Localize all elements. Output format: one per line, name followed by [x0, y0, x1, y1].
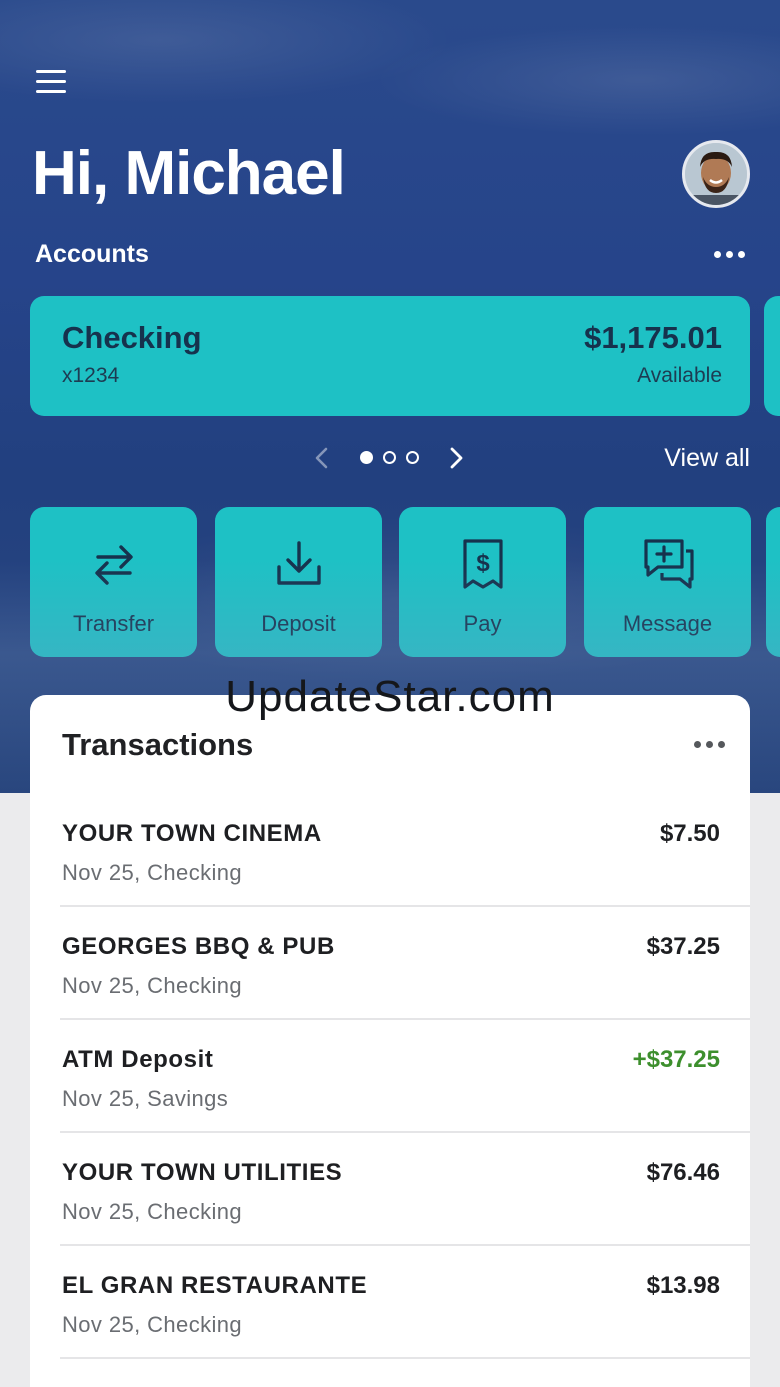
- transfer-arrows-icon: [94, 545, 133, 585]
- view-all-link[interactable]: View all: [664, 444, 750, 473]
- greeting-title: Hi, Michael: [32, 139, 346, 208]
- account-balance: $1,175.01: [584, 320, 722, 355]
- user-avatar[interactable]: [682, 140, 750, 208]
- transaction-row[interactable]: YOUR TOWN CINEMA Nov 25, Checking $7.50: [60, 794, 750, 907]
- transactions-panel: Transactions YOUR TOWN CINEMA Nov 25, Ch…: [30, 695, 750, 1387]
- account-name: Checking: [62, 320, 202, 355]
- transaction-amount: +$37.25: [632, 1046, 720, 1073]
- pager-dot-1[interactable]: [360, 451, 373, 464]
- action-label: Message: [622, 611, 713, 636]
- transaction-meta: Nov 25, Checking: [62, 1312, 243, 1337]
- transaction-meta: Nov 25, Savings: [62, 1086, 229, 1111]
- next-account-card-peek[interactable]: [764, 296, 780, 416]
- action-label: Deposit: [261, 611, 336, 636]
- transaction-merchant: EL GRAN RESTAURANTE: [62, 1272, 368, 1299]
- transaction-row[interactable]: YOUR TOWN UTILITIES Nov 25, Checking $76…: [60, 1133, 750, 1246]
- pager-dot-2[interactable]: [383, 451, 396, 464]
- balance-label: Available: [637, 364, 722, 387]
- more-horizontal-icon[interactable]: [694, 741, 725, 748]
- message-plus-icon: [643, 539, 694, 589]
- transaction-row[interactable]: EL GRAN RESTAURANTE Nov 25, Checking $13…: [60, 1246, 750, 1359]
- transaction-merchant: ATM Deposit: [62, 1046, 214, 1073]
- more-actions-peek[interactable]: [766, 507, 780, 657]
- account-pager-dots: [360, 451, 419, 464]
- transaction-meta: Nov 25, Checking: [62, 973, 243, 998]
- transaction-amount: $37.25: [646, 933, 720, 960]
- hamburger-menu-icon[interactable]: [36, 70, 70, 98]
- transaction-meta: Nov 25, Checking: [62, 1199, 243, 1224]
- transactions-title: Transactions: [62, 727, 254, 762]
- receipt-dollar-icon: $: [462, 539, 503, 589]
- more-horizontal-icon[interactable]: [714, 251, 745, 258]
- transaction-amount: $7.50: [659, 820, 720, 847]
- transaction-merchant: YOUR TOWN CINEMA: [62, 820, 322, 847]
- deposit-button[interactable]: Deposit: [215, 507, 382, 657]
- svg-text:$: $: [476, 550, 490, 577]
- transaction-merchant: YOUR TOWN UTILITIES: [62, 1159, 343, 1186]
- pay-button[interactable]: $ Pay: [399, 507, 566, 657]
- pager-dot-3[interactable]: [406, 451, 419, 464]
- accounts-label: Accounts: [35, 240, 149, 268]
- account-card-checking[interactable]: Checking x1234 $1,175.01 Available: [30, 296, 750, 416]
- action-label: Transfer: [72, 611, 155, 636]
- chevron-right-icon[interactable]: [444, 444, 468, 472]
- message-button[interactable]: Message: [584, 507, 751, 657]
- transaction-row[interactable]: GEORGES BBQ & PUB Nov 25, Checking $37.2…: [60, 907, 750, 1020]
- action-label: Pay: [463, 611, 502, 636]
- transaction-row[interactable]: ATM Deposit Nov 25, Savings +$37.25: [60, 1020, 750, 1133]
- download-deposit-icon: [276, 541, 321, 585]
- transaction-merchant: GEORGES BBQ & PUB: [62, 933, 335, 960]
- watermark-text: UpdateStar.com: [225, 672, 555, 721]
- account-number: x1234: [62, 364, 120, 387]
- transaction-meta: Nov 25, Checking: [62, 860, 243, 885]
- transfer-button[interactable]: Transfer: [30, 507, 197, 657]
- chevron-left-icon[interactable]: [310, 444, 334, 472]
- transaction-amount: $76.46: [646, 1159, 720, 1186]
- transaction-amount: $13.98: [646, 1272, 720, 1299]
